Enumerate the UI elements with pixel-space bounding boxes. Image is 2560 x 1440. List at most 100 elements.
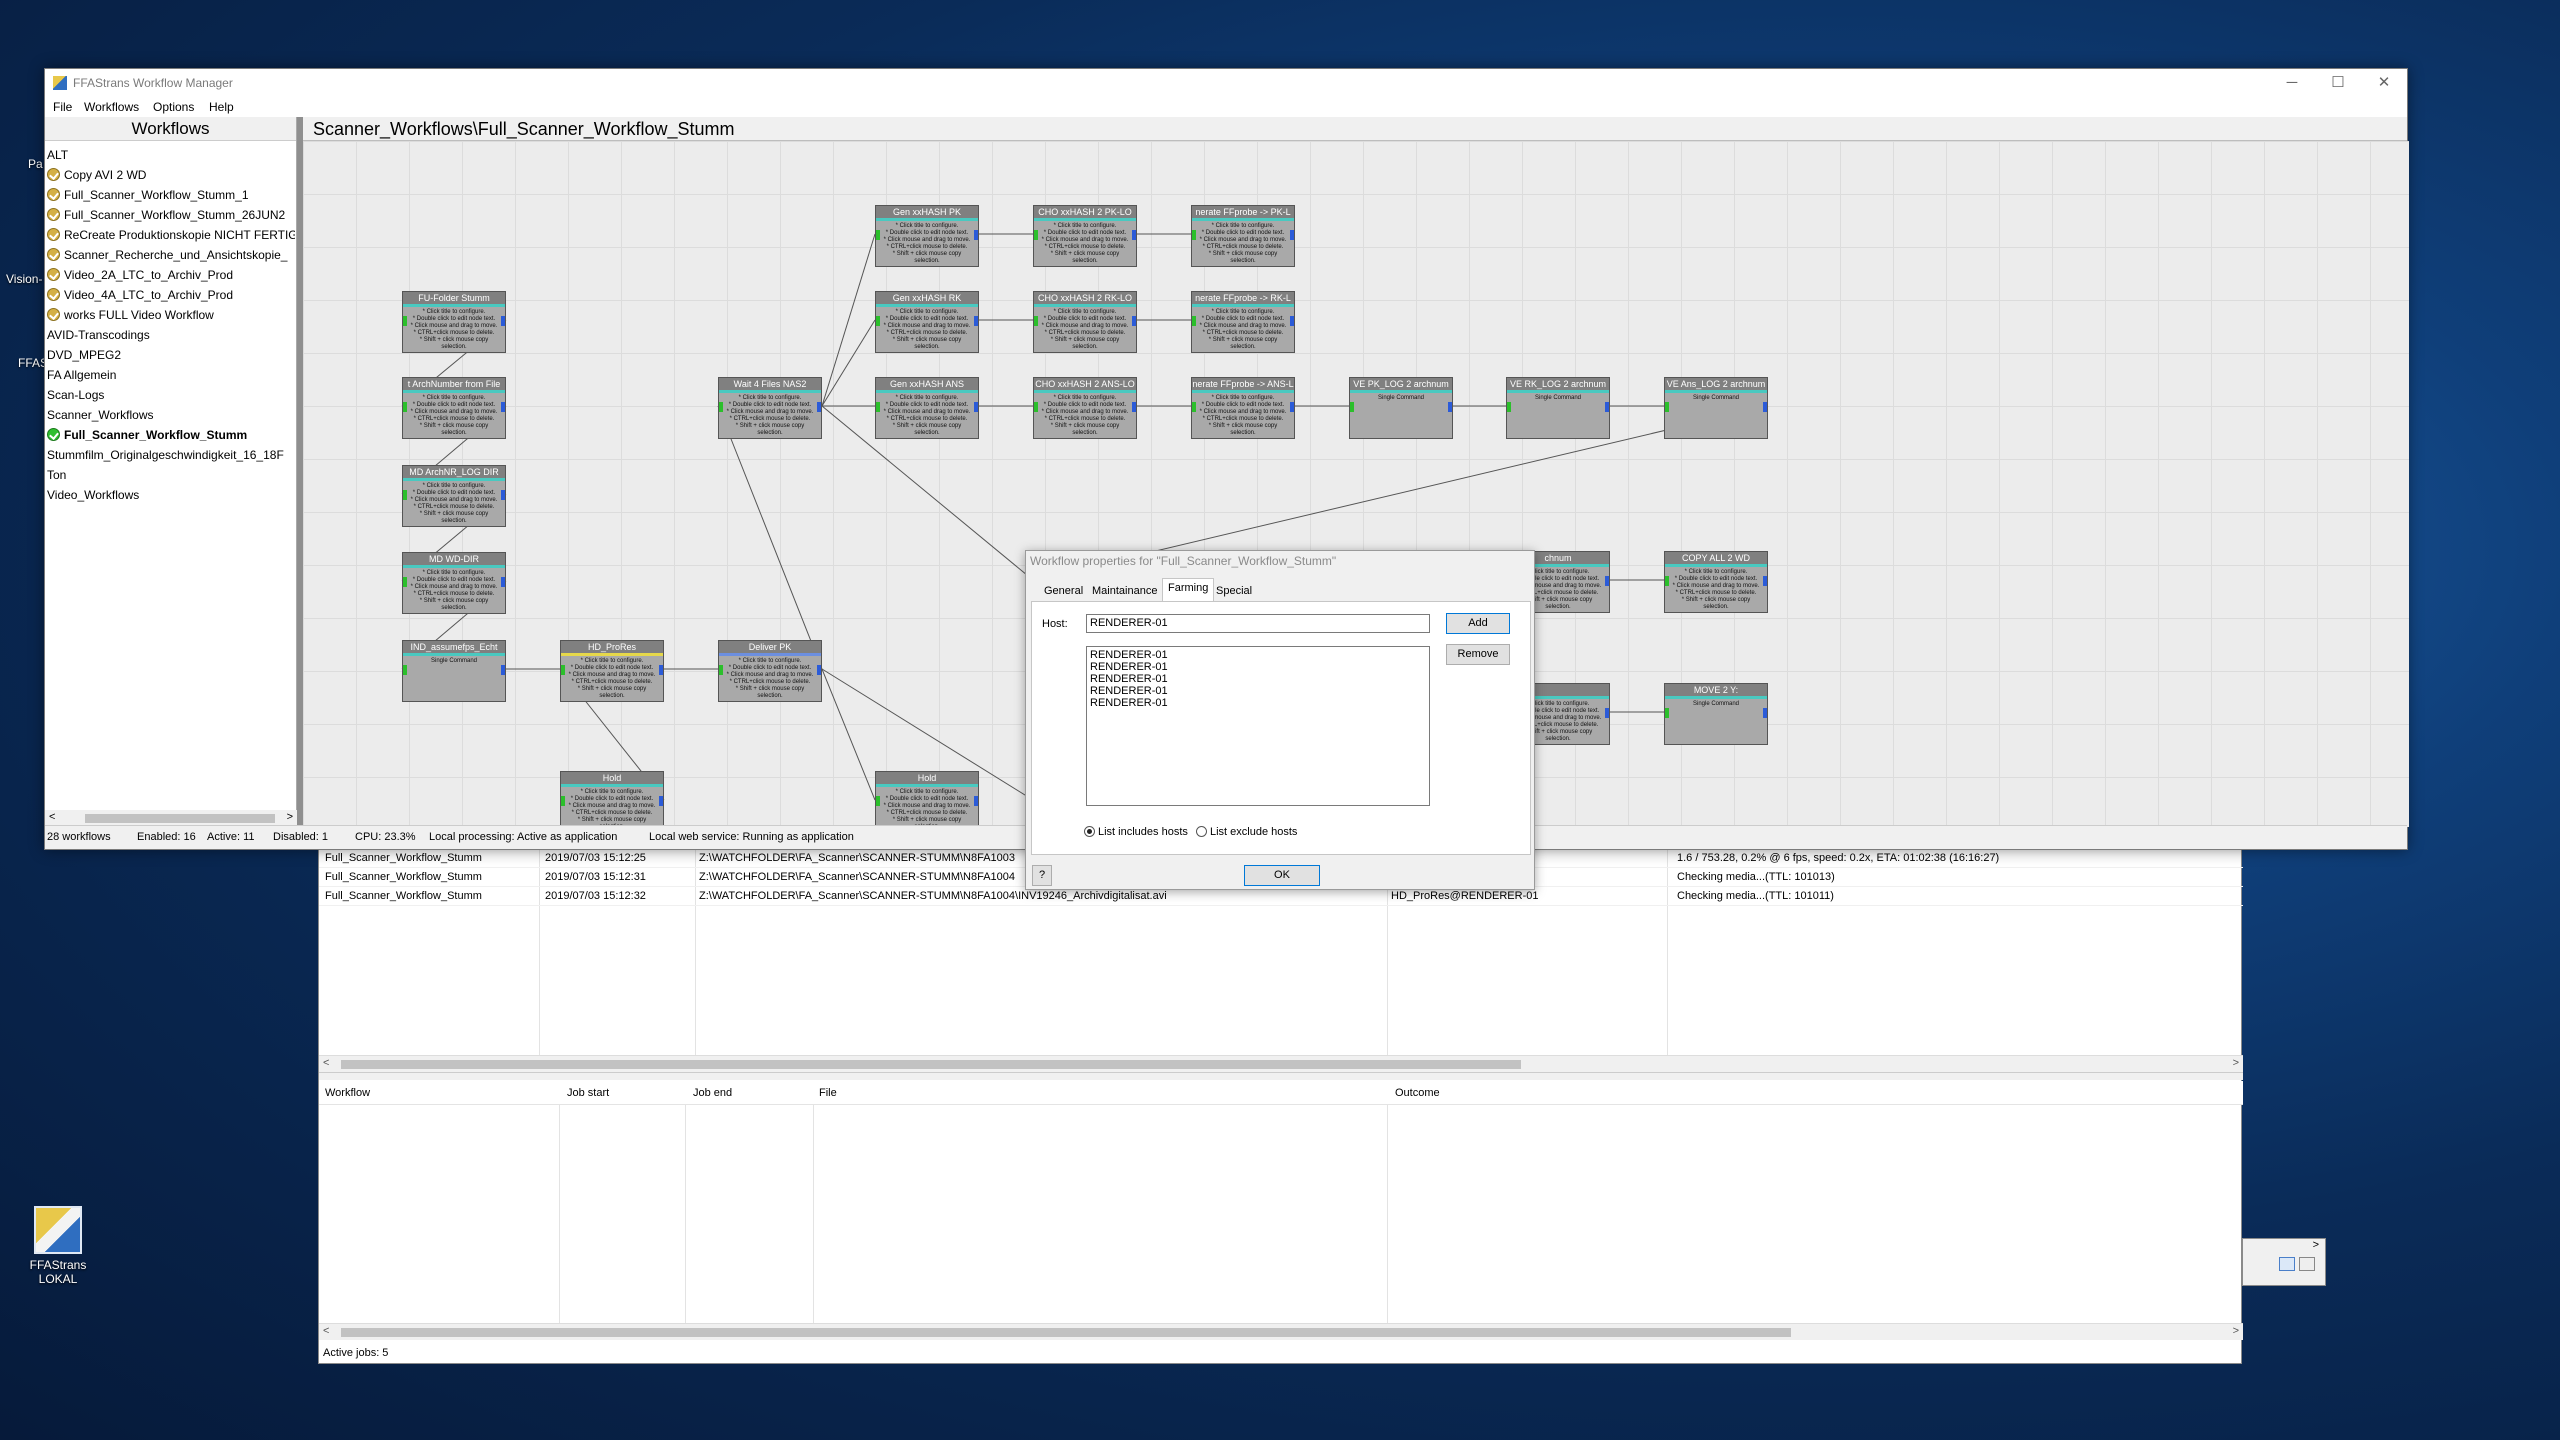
workflow-node[interactable]: Gen xxHASH ANS * Click title to configure… [875,377,979,439]
minimize-button[interactable]: ─ [2269,71,2315,95]
remove-host-button[interactable]: Remove [1446,644,1510,665]
tab-special[interactable]: Special [1210,581,1258,602]
scroll-left-icon[interactable]: < [49,811,55,823]
workflow-item[interactable]: Video_2A_LTC_to_Archiv_Prod [47,265,295,285]
node-title[interactable]: IND_assumefps_Echt [403,641,505,653]
node-title[interactable]: MOVE 2 Y: [1665,684,1767,696]
node-title[interactable]: CHO xxHASH 2 ANS-LO [1034,378,1136,390]
input-pin-icon[interactable] [561,796,565,806]
workflow-node[interactable]: MD ArchNR_LOG DIR * Click title to config… [402,465,506,527]
workflow-item[interactable]: Video_4A_LTC_to_Archiv_Prod [47,285,295,305]
workflow-node[interactable]: Gen xxHASH PK * Click title to configure.… [875,205,979,267]
node-title[interactable]: Gen xxHASH ANS [876,378,978,390]
workflow-node[interactable]: VE Ans_LOG 2 archnum Single Command [1664,377,1768,439]
input-pin-icon[interactable] [1034,316,1038,326]
output-pin-icon[interactable] [501,402,505,412]
output-pin-icon[interactable] [817,402,821,412]
output-pin-icon[interactable] [501,577,505,587]
col-workflow[interactable]: Workflow [325,1087,370,1099]
history-hscroll[interactable]: < > [319,1323,2243,1340]
workflow-node[interactable]: Hold * Click title to configure. * Double… [560,771,664,827]
menu-help[interactable]: Help [209,100,234,114]
workflow-node[interactable]: Wait 4 Files NAS2 * Click title to config… [718,377,822,439]
workflow-item[interactable]: Scanner_Workflows [47,405,295,425]
node-title[interactable]: VE Ans_LOG 2 archnum [1665,378,1767,390]
workflow-item[interactable]: Full_Scanner_Workflow_Stumm_1 [47,185,295,205]
node-title[interactable]: CHO xxHASH 2 PK-LO [1034,206,1136,218]
input-pin-icon[interactable] [1507,402,1511,412]
host-list-item[interactable]: RENDERER-01 [1090,649,1426,661]
output-pin-icon[interactable] [1448,402,1452,412]
scroll-left-icon[interactable]: < [323,1057,329,1069]
workflow-item[interactable]: Video_Workflows [47,485,295,505]
col-job-start[interactable]: Job start [567,1087,609,1099]
node-title[interactable]: FU-Folder Stumm [403,292,505,304]
workflow-item[interactable]: FA Allgemein [47,365,295,385]
workflow-item[interactable]: works FULL Video Workflow [47,305,295,325]
workflow-node[interactable]: t ArchNumber from File * Click title to c… [402,377,506,439]
workflow-node[interactable]: Hold * Click title to configure. * Double… [875,771,979,827]
scroll-right-icon[interactable]: > [2233,1057,2239,1069]
scroll-right-icon[interactable]: > [287,811,293,823]
workflow-item[interactable]: Scanner_Recherche_und_Ansichtskopie_ [47,245,295,265]
output-pin-icon[interactable] [1290,402,1294,412]
output-pin-icon[interactable] [1132,402,1136,412]
add-host-button[interactable]: Add [1446,613,1510,634]
node-title[interactable]: Wait 4 Files NAS2 [719,378,821,390]
node-title[interactable]: MD WD-DIR [403,553,505,565]
host-list-item[interactable]: RENDERER-01 [1090,697,1426,709]
node-title[interactable]: CHO xxHASH 2 RK-LO [1034,292,1136,304]
workflow-node[interactable]: COPY ALL 2 WD * Click title to configure.… [1664,551,1768,613]
output-pin-icon[interactable] [1763,708,1767,718]
output-pin-icon[interactable] [659,796,663,806]
output-pin-icon[interactable] [1290,230,1294,240]
output-pin-icon[interactable] [1605,576,1609,586]
input-pin-icon[interactable] [403,577,407,587]
workflow-item[interactable]: Copy AVI 2 WD [47,165,295,185]
node-title[interactable]: Gen xxHASH PK [876,206,978,218]
output-pin-icon[interactable] [1132,316,1136,326]
input-pin-icon[interactable] [1665,576,1669,586]
workflow-node[interactable]: IND_assumefps_Echt Single Command [402,640,506,702]
details-view-icon[interactable] [2279,1257,2295,1271]
input-pin-icon[interactable] [1665,402,1669,412]
output-pin-icon[interactable] [501,490,505,500]
desktop-icon-ffastrans[interactable]: FFAStrans LOKAL [10,1206,106,1286]
input-pin-icon[interactable] [1192,402,1196,412]
input-pin-icon[interactable] [719,402,723,412]
output-pin-icon[interactable] [974,796,978,806]
node-title[interactable]: Hold [876,772,978,784]
ok-button[interactable]: OK [1244,865,1320,886]
radio-list-includes[interactable]: List includes hosts [1084,826,1188,838]
col-outcome[interactable]: Outcome [1395,1087,1440,1099]
output-pin-icon[interactable] [1132,230,1136,240]
output-pin-icon[interactable] [1290,316,1294,326]
scroll-left-icon[interactable]: < [323,1325,329,1337]
list-view-icon[interactable] [2299,1257,2315,1271]
output-pin-icon[interactable] [817,665,821,675]
output-pin-icon[interactable] [1763,576,1767,586]
output-pin-icon[interactable] [1605,708,1609,718]
workflow-item[interactable]: Full_Scanner_Workflow_Stumm_26JUN2 [47,205,295,225]
node-title[interactable]: HD_ProRes [561,641,663,653]
workflow-node[interactable]: HD_ProRes * Click title to configure. * D… [560,640,664,702]
tab-farming[interactable]: Farming [1162,578,1215,602]
node-title[interactable]: nerate FFprobe -> PK-L [1192,206,1294,218]
node-title[interactable]: VE PK_LOG 2 archnum [1350,378,1452,390]
workflow-item[interactable]: Ton [47,465,295,485]
tab-maintainance[interactable]: Maintainance [1086,581,1163,602]
workflow-node[interactable]: CHO xxHASH 2 RK-LO * Click title to confi… [1033,291,1137,353]
input-pin-icon[interactable] [1350,402,1354,412]
host-list-item[interactable]: RENDERER-01 [1090,685,1426,697]
scroll-thumb[interactable] [85,814,275,823]
input-pin-icon[interactable] [561,665,565,675]
node-title[interactable]: nerate FFprobe -> RK-L [1192,292,1294,304]
workflow-item[interactable]: DVD_MPEG2 [47,345,295,365]
node-title[interactable]: Deliver PK [719,641,821,653]
workflow-item[interactable]: ReCreate Produktionskopie NICHT FERTIG [47,225,295,245]
scroll-right-icon[interactable]: > [2313,1239,2319,1251]
node-title[interactable]: t ArchNumber from File [403,378,505,390]
menu-options[interactable]: Options [153,100,194,114]
workflow-node[interactable]: Gen xxHASH RK * Click title to configure.… [875,291,979,353]
input-pin-icon[interactable] [719,665,723,675]
